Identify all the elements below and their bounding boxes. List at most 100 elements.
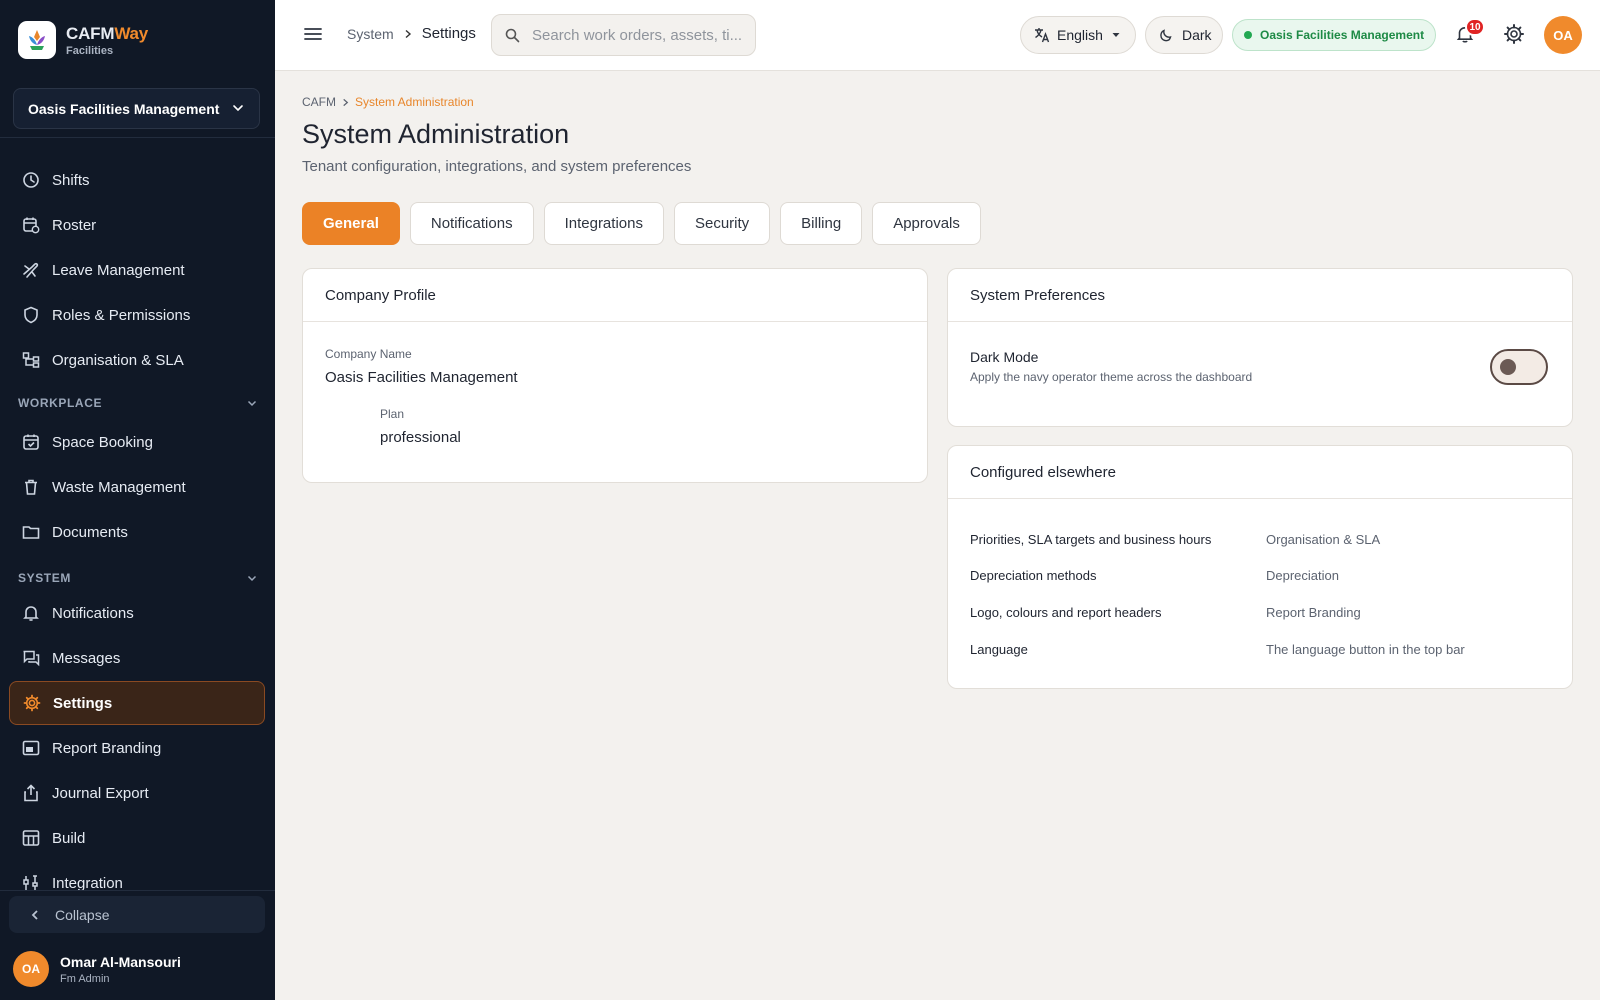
collapse-button[interactable]: Collapse	[9, 896, 265, 933]
sidebar-item-leave-management[interactable]: Leave Management	[9, 248, 265, 292]
org-selector[interactable]: Oasis Facilities Management	[13, 88, 260, 129]
sidebar-item-label: Leave Management	[52, 261, 185, 279]
moon-icon	[1160, 29, 1172, 42]
page-subtitle: Tenant configuration, integrations, and …	[302, 158, 692, 175]
sidebar-item-label: Space Booking	[52, 433, 153, 451]
dark-mode-description: Apply the navy operator theme across the…	[970, 370, 1253, 384]
image-icon	[22, 740, 40, 756]
sidebar-item-report-branding[interactable]: Report Branding	[9, 726, 265, 770]
sidebar-nav: Shifts Roster Leave Management Roles & P…	[0, 150, 275, 890]
setting-name: Language	[970, 642, 1028, 657]
chevron-left-icon	[31, 909, 38, 920]
tab-integrations[interactable]: Integrations	[543, 202, 664, 245]
top-breadcrumb-parent[interactable]: System	[347, 26, 394, 42]
sidebar-item-space-booking[interactable]: Space Booking	[9, 420, 265, 464]
tab-notifications[interactable]: Notifications	[409, 202, 534, 245]
company-profile-card: Company Profile Company Name Oasis Facil…	[302, 268, 928, 483]
menu-button[interactable]	[303, 24, 323, 49]
sidebar-item-label: Documents	[52, 523, 128, 541]
setting-location[interactable]: Organisation & SLA	[1266, 532, 1380, 547]
gear-icon	[1504, 24, 1524, 44]
sidebar-item-settings[interactable]: Settings	[9, 681, 265, 725]
language-label: English	[1057, 27, 1103, 43]
setting-name: Depreciation methods	[970, 568, 1097, 583]
setting-location[interactable]: The language button in the top bar	[1266, 642, 1465, 657]
messages-icon	[23, 650, 40, 667]
sidebar-item-integration[interactable]: Integration	[9, 861, 265, 890]
section-workplace-label: WORKPLACE	[18, 396, 103, 410]
calendar-clock-icon	[23, 217, 40, 234]
brand-name-accent: Way	[114, 23, 149, 43]
sidebar-item-roster[interactable]: Roster	[9, 203, 265, 247]
trash-icon	[25, 479, 37, 495]
translate-icon	[1035, 28, 1050, 43]
sidebar-item-notifications[interactable]: Notifications	[9, 591, 265, 635]
plan-label: Plan	[380, 407, 405, 421]
theme-toggle-label: Dark	[1182, 27, 1212, 43]
sidebar-item-roles-permissions[interactable]: Roles & Permissions	[9, 293, 265, 337]
sidebar-item-label: Organisation & SLA	[52, 351, 184, 369]
section-workplace[interactable]: WORKPLACE	[18, 396, 258, 410]
org-status-badge[interactable]: Oasis Facilities Management	[1232, 19, 1436, 51]
gear-icon	[23, 694, 41, 712]
avatar[interactable]: OA	[1544, 16, 1582, 54]
sidebar-item-organisation-sla[interactable]: Organisation & SLA	[9, 338, 265, 382]
user-profile[interactable]: OA Omar Al-Mansouri Fm Admin	[13, 951, 181, 987]
hierarchy-icon	[22, 352, 40, 368]
chevron-down-icon	[247, 400, 257, 407]
bell-icon	[23, 606, 39, 621]
sidebar-item-waste-management[interactable]: Waste Management	[9, 465, 265, 509]
sidebar-item-build[interactable]: Build	[9, 816, 265, 860]
notification-count-badge: 10	[1465, 18, 1485, 36]
top-breadcrumb-current: Settings	[421, 25, 476, 42]
brand[interactable]: CAFMWay Facilities	[0, 0, 275, 80]
chevron-down-icon	[247, 575, 257, 582]
org-selector-label: Oasis Facilities Management	[28, 100, 220, 117]
setting-name: Priorities, SLA targets and business hou…	[970, 532, 1212, 547]
tab-approvals[interactable]: Approvals	[872, 202, 981, 245]
sidebar-item-journal-export[interactable]: Journal Export	[9, 771, 265, 815]
settings-tabs: General Notifications Integrations Secur…	[302, 202, 991, 245]
sidebar-item-label: Integration	[52, 874, 123, 891]
caret-down-icon	[1112, 33, 1120, 37]
search-box[interactable]	[491, 14, 756, 56]
theme-toggle-button[interactable]: Dark	[1145, 16, 1223, 54]
main-content: CAFM System Administration System Admini…	[302, 95, 1573, 689]
page-title: System Administration	[302, 119, 570, 149]
sidebar-item-label: Shifts	[52, 171, 90, 189]
top-bar: System Settings English Dark Oasis Facil…	[275, 0, 1600, 71]
shield-icon	[24, 306, 38, 324]
hamburger-icon	[304, 28, 322, 40]
grid-icon	[22, 830, 40, 846]
section-system-label: SYSTEM	[18, 571, 71, 585]
setting-location[interactable]: Depreciation	[1266, 568, 1339, 583]
search-icon	[505, 28, 520, 42]
dark-mode-toggle[interactable]	[1490, 349, 1548, 385]
tab-general[interactable]: General	[302, 202, 400, 245]
breadcrumb-root[interactable]: CAFM	[302, 95, 336, 109]
avatar: OA	[13, 951, 49, 987]
sidebar-item-label: Roster	[52, 216, 97, 234]
breadcrumb-current: System Administration	[355, 95, 474, 109]
configured-elsewhere-title: Configured elsewhere	[948, 446, 1572, 499]
sidebar-item-messages[interactable]: Messages	[9, 636, 265, 680]
status-dot	[1244, 31, 1252, 39]
sidebar-item-label: Messages	[52, 649, 121, 667]
setting-location[interactable]: Report Branding	[1266, 605, 1361, 620]
toggle-knob	[1500, 359, 1516, 375]
sidebar-item-label: Build	[52, 829, 86, 847]
sidebar-item-shifts[interactable]: Shifts	[9, 158, 265, 202]
language-button[interactable]: English	[1020, 16, 1136, 54]
calendar-check-icon	[23, 434, 39, 450]
tab-billing[interactable]: Billing	[780, 202, 863, 245]
search-input[interactable]	[532, 26, 742, 44]
sidebar-item-label: Journal Export	[52, 784, 149, 802]
dark-mode-label: Dark Mode	[970, 349, 1039, 365]
section-system[interactable]: SYSTEM	[18, 571, 258, 585]
settings-button[interactable]	[1503, 23, 1525, 50]
sidebar-item-documents[interactable]: Documents	[9, 510, 265, 554]
brand-name: CAFM	[66, 23, 115, 43]
breadcrumb: CAFM System Administration	[302, 95, 1572, 109]
tab-security[interactable]: Security	[673, 202, 771, 245]
company-name-value: Oasis Facilities Management	[325, 369, 518, 386]
